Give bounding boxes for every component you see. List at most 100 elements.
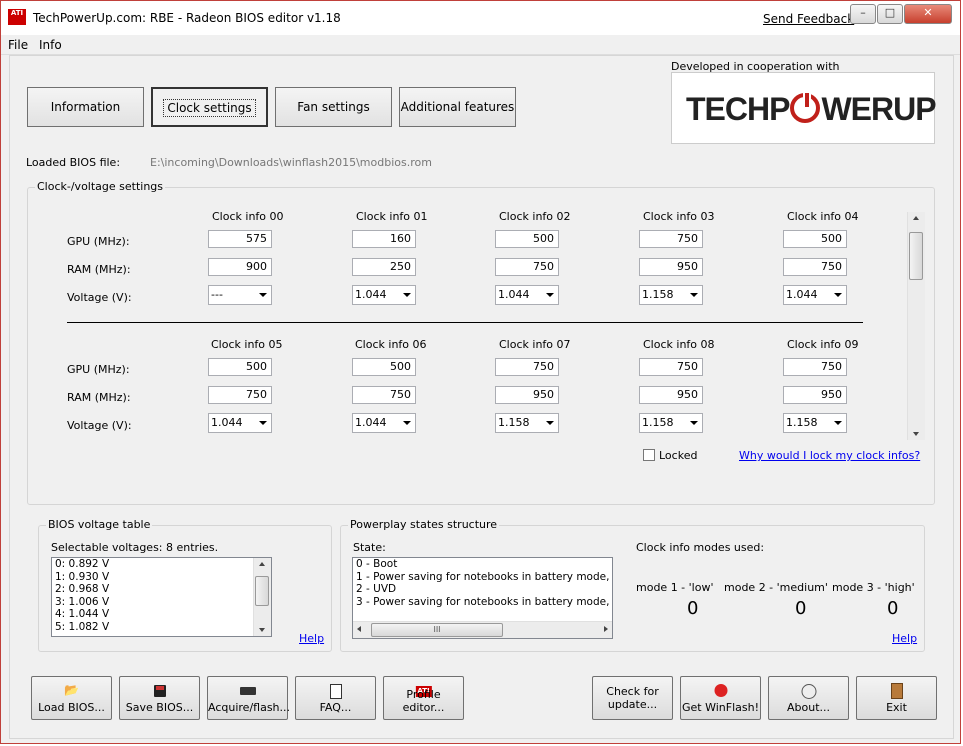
powerplay-help-link[interactable]: Help (892, 632, 917, 645)
ati-app-icon[interactable]: ATI (8, 9, 26, 25)
gpu-clock-input[interactable]: 750 (495, 358, 559, 376)
save-bios-label: Save BIOS... (125, 701, 194, 714)
menu-info[interactable]: Info (39, 38, 62, 52)
load-bios-button[interactable]: 📂 Load BIOS... (31, 676, 112, 720)
ram-clock-input[interactable]: 950 (783, 386, 847, 404)
list-item[interactable]: 2: 0.968 V (52, 583, 271, 596)
scroll-up-icon[interactable] (913, 216, 919, 220)
scroll-thumb[interactable]: III (371, 623, 503, 637)
profile-editor-label: Profile editor... (402, 688, 445, 714)
gpu-clock-input[interactable]: 500 (352, 358, 416, 376)
scroll-down-icon[interactable] (259, 628, 265, 632)
gpu-clock-input[interactable]: 160 (352, 230, 416, 248)
techpowerup-logo[interactable]: TECHP WERUP (671, 72, 937, 144)
clock-vertical-scrollbar[interactable] (907, 212, 925, 440)
voltage-select[interactable]: 1.044 (495, 285, 559, 305)
gpu-clock-input[interactable]: 750 (639, 230, 703, 248)
ram-clock-input[interactable]: 950 (639, 258, 703, 276)
gpu-clock-input[interactable]: 575 (208, 230, 272, 248)
chip-icon (239, 687, 256, 695)
gpu-clock-input[interactable]: 500 (208, 358, 272, 376)
voltage-select[interactable]: 1.044 (208, 413, 272, 433)
voltage-select[interactable]: 1.044 (783, 285, 847, 305)
title-bar[interactable]: ATI TechPowerUp.com: RBE - Radeon BIOS e… (1, 1, 960, 35)
close-button[interactable]: ✕ (904, 4, 952, 24)
locked-checkbox[interactable] (643, 449, 655, 461)
locked-label: Locked (659, 449, 698, 462)
scroll-left-icon[interactable] (357, 626, 361, 632)
voltage-select-value: 1.044 (355, 416, 387, 429)
profile-editor-button[interactable]: ATI Profile editor... (383, 676, 464, 720)
voltage-select-value: 1.158 (498, 416, 530, 429)
voltage-list-scrollbar[interactable] (253, 558, 271, 636)
gpu-clock-input[interactable]: 750 (783, 358, 847, 376)
gpu-clock-input[interactable]: 500 (495, 230, 559, 248)
check-update-button[interactable]: Check for update... (592, 676, 673, 720)
scroll-right-icon[interactable] (604, 626, 608, 632)
list-item[interactable]: 4: 1.044 V (52, 608, 271, 621)
voltage-select-value: 1.158 (642, 416, 674, 429)
tab-fan-settings-label: Fan settings (297, 100, 370, 114)
ram-clock-input[interactable]: 950 (495, 386, 559, 404)
voltage-select[interactable]: 1.158 (639, 285, 703, 305)
list-item[interactable]: 5: 1.082 V (52, 621, 271, 634)
document-icon (329, 684, 342, 699)
about-button[interactable]: About... (768, 676, 849, 720)
voltage-select[interactable]: 1.044 (352, 413, 416, 433)
tab-fan-settings[interactable]: Fan settings (275, 87, 392, 127)
exit-button[interactable]: Exit (856, 676, 937, 720)
voltage-select-value: 1.044 (355, 288, 387, 301)
voltage-select[interactable]: --- (208, 285, 272, 305)
get-winflash-button[interactable]: Get WinFlash! (680, 676, 761, 720)
state-list-hscrollbar[interactable]: III (353, 621, 612, 638)
powerplay-state-list[interactable]: 0 - Boot 1 - Power saving for notebooks … (352, 557, 613, 639)
tab-information[interactable]: Information (27, 87, 144, 127)
tab-clock-settings[interactable]: Clock settings (151, 87, 268, 127)
gpu-clock-input[interactable]: 750 (639, 358, 703, 376)
acquire-flash-label: Acquire/flash... (208, 701, 291, 714)
ram-row-label: RAM (MHz): (67, 391, 131, 404)
clock-info-header: Clock info 04 (787, 210, 859, 223)
voltage-select[interactable]: 1.044 (352, 285, 416, 305)
menu-file[interactable]: File (8, 38, 28, 52)
tab-additional-features[interactable]: Additional features (399, 87, 516, 127)
scroll-up-icon[interactable] (259, 562, 265, 566)
voltage-table-help-link[interactable]: Help (299, 632, 324, 645)
save-bios-button[interactable]: Save BIOS... (119, 676, 200, 720)
list-item[interactable]: 1: 0.930 V (52, 571, 271, 584)
ram-clock-input[interactable]: 750 (495, 258, 559, 276)
list-item[interactable]: 1 - Power saving for notebooks in batter… (353, 571, 612, 584)
load-bios-label: Load BIOS... (38, 701, 105, 714)
power-icon (790, 91, 821, 123)
voltage-select[interactable]: 1.158 (783, 413, 847, 433)
get-winflash-label: Get WinFlash! (682, 701, 759, 714)
voltage-select[interactable]: 1.158 (639, 413, 703, 433)
acquire-flash-button[interactable]: Acquire/flash... (207, 676, 291, 720)
why-lock-link[interactable]: Why would I lock my clock infos? (739, 449, 920, 462)
ram-clock-input[interactable]: 950 (639, 386, 703, 404)
voltage-row-label: Voltage (V): (67, 291, 132, 304)
clock-info-header: Clock info 02 (499, 210, 571, 223)
scroll-down-icon[interactable] (913, 432, 919, 436)
voltage-select[interactable]: 1.158 (495, 413, 559, 433)
list-item[interactable]: 0: 0.892 V (52, 558, 271, 571)
maximize-button[interactable]: □ (877, 4, 903, 24)
list-item[interactable]: 2 - UVD (353, 583, 612, 596)
minimize-button[interactable]: – (850, 4, 876, 24)
gpu-clock-input[interactable]: 500 (783, 230, 847, 248)
faq-button[interactable]: FAQ... (295, 676, 376, 720)
list-item[interactable]: 3: 1.006 V (52, 596, 271, 609)
clock-info-header: Clock info 07 (499, 338, 571, 351)
list-item[interactable]: 0 - Boot (353, 558, 612, 571)
send-feedback-link[interactable]: Send Feedback (763, 12, 854, 26)
ram-clock-input[interactable]: 750 (208, 386, 272, 404)
scroll-thumb[interactable] (909, 232, 923, 280)
ram-clock-input[interactable]: 750 (783, 258, 847, 276)
ram-clock-input[interactable]: 750 (352, 386, 416, 404)
ram-clock-input[interactable]: 250 (352, 258, 416, 276)
ram-clock-input[interactable]: 900 (208, 258, 272, 276)
list-item[interactable]: 3 - Power saving for notebooks in batter… (353, 596, 612, 609)
scroll-thumb[interactable] (255, 576, 269, 606)
voltage-select-value: --- (211, 288, 223, 301)
voltage-list[interactable]: 0: 0.892 V 1: 0.930 V 2: 0.968 V 3: 1.00… (51, 557, 272, 637)
